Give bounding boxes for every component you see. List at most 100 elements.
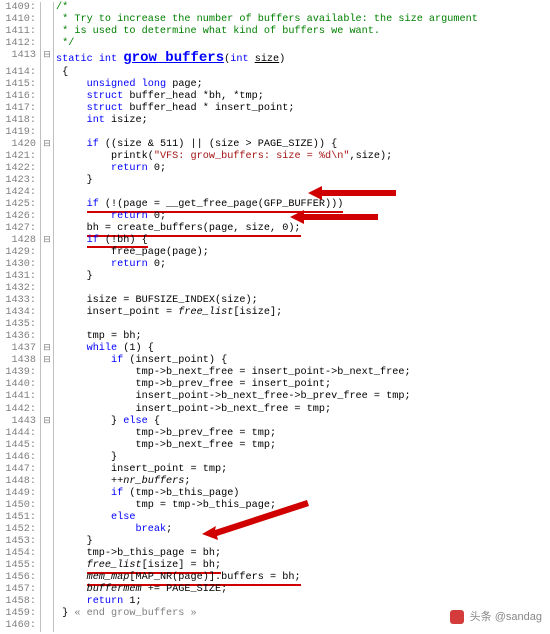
source-text: insert_point = tmp; [54,464,227,476]
fold-toggle [40,163,54,175]
source-text: } [54,536,93,548]
code-line: 1431: } [0,271,550,283]
code-line: 1435: [0,319,550,331]
fold-toggle[interactable]: ⊟ [40,343,54,355]
code-line: 1432: [0,283,550,295]
fold-toggle [40,464,54,476]
line-number: 1415: [0,79,40,91]
code-line: 1440: tmp->b_prev_free = insert_point; [0,379,550,391]
source-text: insert_point->b_next_free = tmp; [54,404,331,416]
code-line: 1430: return 0; [0,259,550,271]
fold-toggle [40,476,54,488]
line-number: 1460: [0,620,40,632]
source-text: struct buffer_head * insert_point; [54,103,294,115]
fold-toggle[interactable]: ⊟ [40,235,54,247]
line-number: 1451: [0,512,40,524]
fold-toggle [40,536,54,548]
source-text: insert_point = free_list[isize]; [54,307,282,319]
watermark: 头条 @sandag [450,610,542,624]
line-number: 1429: [0,247,40,259]
line-number: 1453: [0,536,40,548]
fold-toggle [40,307,54,319]
fold-toggle [40,572,54,584]
fold-toggle [40,452,54,464]
fold-toggle[interactable]: ⊟ [40,139,54,151]
fold-toggle [40,379,54,391]
fold-toggle[interactable]: ⊟ [40,416,54,428]
source-text: } « end grow_buffers » [54,608,197,620]
fold-toggle [40,283,54,295]
line-number: 1416: [0,91,40,103]
fold-toggle [40,596,54,608]
code-line: 1411: * is used to determine what kind o… [0,26,550,38]
source-text: tmp->b_next_free = tmp; [54,440,276,452]
line-number: 1436: [0,331,40,343]
line-number: 1422: [0,163,40,175]
watermark-handle: @sandag [495,611,542,623]
line-number: 1412: [0,38,40,50]
fold-toggle [40,620,54,632]
source-text: free_list[isize] = bh; [54,560,221,572]
fold-toggle[interactable]: ⊟ [40,50,54,67]
line-number: 1449: [0,488,40,500]
annotation-arrow [290,208,380,226]
line-number: 1458: [0,596,40,608]
fold-toggle [40,271,54,283]
line-number: 1444: [0,428,40,440]
fold-toggle [40,548,54,560]
line-number: 1425: [0,199,40,211]
source-text: { [54,67,68,79]
code-line: 1409:/* [0,2,550,14]
code-line: 1444: tmp->b_prev_free = tmp; [0,428,550,440]
source-text [54,620,56,632]
line-number: 1448: [0,476,40,488]
source-text: unsigned long page; [54,79,203,91]
fold-toggle [40,14,54,26]
fold-toggle [40,488,54,500]
source-text: tmp = bh; [54,331,142,343]
source-text: bh = create_buffers(page, size, 0); [54,223,301,235]
code-line: 1419: [0,127,550,139]
code-line: 1445: tmp->b_next_free = tmp; [0,440,550,452]
code-line: 1447: insert_point = tmp; [0,464,550,476]
code-line: 1421: printk("VFS: grow_buffers: size = … [0,151,550,163]
code-line: 1420⊟ if ((size & 511) || (size > PAGE_S… [0,139,550,151]
fold-toggle [40,391,54,403]
code-line: 1423: } [0,175,550,187]
source-text: return 1; [54,596,142,608]
code-line: 1433: isize = BUFSIZE_INDEX(size); [0,295,550,307]
fold-toggle[interactable]: ⊟ [40,355,54,367]
source-text: insert_point->b_next_free->b_prev_free =… [54,391,411,403]
line-number: 1427: [0,223,40,235]
fold-toggle [40,259,54,271]
code-line: 1439: tmp->b_next_free = insert_point->b… [0,367,550,379]
source-text: else [54,512,136,524]
code-line: 1454: tmp->b_this_page = bh; [0,548,550,560]
fold-toggle [40,404,54,416]
fold-toggle [40,223,54,235]
source-text: if (!bh) { [54,235,148,247]
source-text: printk("VFS: grow_buffers: size = %d\n",… [54,151,392,163]
code-line: 1448: ++nr_buffers; [0,476,550,488]
line-number: 1417: [0,103,40,115]
fold-toggle [40,584,54,596]
line-number: 1456: [0,572,40,584]
fold-toggle [40,331,54,343]
line-number: 1438 [0,355,40,367]
fold-toggle [40,524,54,536]
line-number: 1457: [0,584,40,596]
source-text: while (1) { [54,343,154,355]
fold-toggle [40,187,54,199]
line-number: 1414: [0,67,40,79]
source-text [54,319,56,331]
code-line: 1427: bh = create_buffers(page, size, 0)… [0,223,550,235]
code-line: 1437⊟ while (1) { [0,343,550,355]
fold-toggle [40,151,54,163]
code-line: 1418: int isize; [0,115,550,127]
line-number: 1426: [0,211,40,223]
fold-toggle [40,367,54,379]
source-text: } [54,175,93,187]
code-line: 1441: insert_point->b_next_free->b_prev_… [0,391,550,403]
fold-toggle [40,440,54,452]
line-number: 1423: [0,175,40,187]
